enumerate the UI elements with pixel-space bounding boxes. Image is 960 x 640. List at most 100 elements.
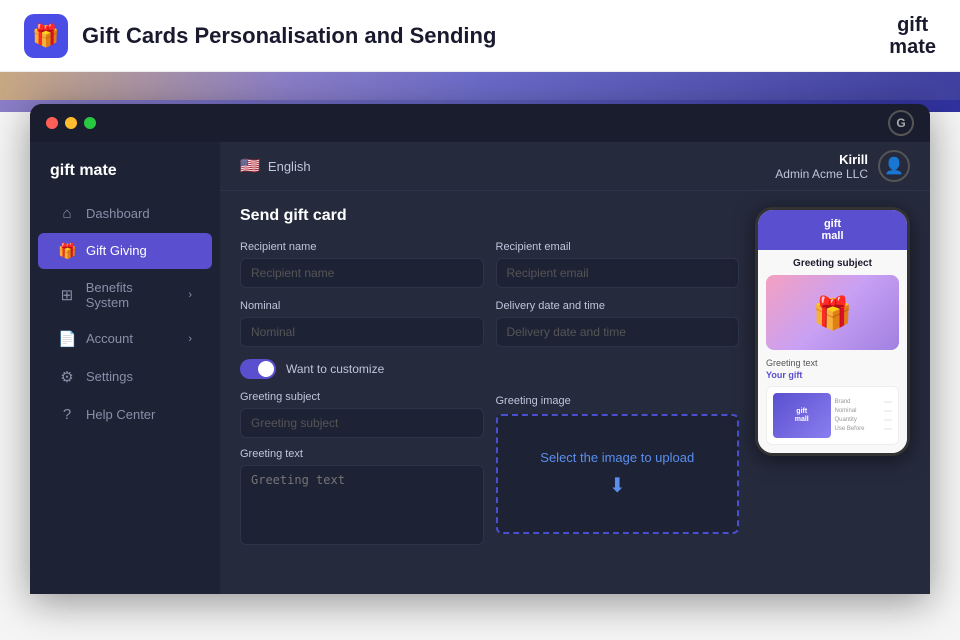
- phone-card-row: gift mall Brand: [773, 393, 892, 438]
- phone-info-row: Brand: [835, 399, 893, 405]
- language-selector[interactable]: 🇺🇸 English: [240, 156, 311, 176]
- user-name: Kirill: [775, 152, 868, 167]
- chevron-right-icon: ›: [188, 333, 192, 345]
- phone-image-area: 🎁: [766, 275, 899, 350]
- sidebar-item-label: Benefits System: [86, 280, 179, 310]
- title-bar: G: [30, 104, 930, 142]
- greeting-text-group: Greeting text: [240, 448, 484, 545]
- mobile-preview: gift mall Greeting subject 🎁 Greeting te…: [755, 207, 910, 583]
- recipient-name-input[interactable]: [240, 258, 484, 288]
- sidebar-item-dashboard[interactable]: ⌂ Dashboard: [38, 196, 212, 231]
- benefits-icon: ⊞: [58, 286, 76, 304]
- greeting-text-input[interactable]: [240, 465, 484, 545]
- recipient-name-group: Recipient name: [240, 241, 484, 288]
- sidebar-item-label: Gift Giving: [86, 243, 147, 258]
- delivery-date-label: Delivery date and time: [496, 300, 740, 312]
- phone-greeting-title: Greeting subject: [766, 258, 899, 269]
- greeting-text-label: Greeting text: [240, 448, 484, 460]
- window-g-icon: G: [888, 110, 914, 136]
- greeting-grid: Greeting subject Greeting text Greeting …: [240, 391, 739, 545]
- nominal-label: Nominal: [240, 300, 484, 312]
- page-title: Gift Cards Personalisation and Sending: [82, 23, 496, 49]
- header-left: 🎁 Gift Cards Personalisation and Sending: [24, 14, 496, 58]
- phone-greeting-text-label: Greeting text: [766, 358, 899, 368]
- sidebar-item-label: Settings: [86, 369, 133, 384]
- phone-card-logo: gift mall: [795, 408, 809, 423]
- form-area: Send gift card Recipient name Recipient …: [220, 191, 930, 594]
- language-label: English: [268, 159, 311, 174]
- brand-value: [884, 401, 892, 403]
- upload-icon: ⬇: [609, 473, 626, 498]
- phone-frame: gift mall Greeting subject 🎁 Greeting te…: [755, 207, 910, 456]
- page-header: 🎁 Gift Cards Personalisation and Sending…: [0, 0, 960, 72]
- toggle-row: Want to customize: [240, 359, 739, 379]
- greeting-subject-label: Greeting subject: [240, 391, 484, 403]
- sidebar-logo: gift mate: [30, 158, 220, 196]
- form-grid-middle: Nominal Delivery date and time: [240, 300, 739, 347]
- sidebar-item-benefits-system[interactable]: ⊞ Benefits System ›: [38, 271, 212, 319]
- sidebar-item-settings[interactable]: ⚙ Settings: [38, 359, 212, 395]
- phone-body: Greeting subject 🎁 Greeting text Your gi…: [758, 250, 907, 453]
- sidebar-item-label: Account: [86, 331, 133, 346]
- phone-card-left: gift mall: [773, 393, 831, 438]
- greeting-left: Greeting subject Greeting text: [240, 391, 484, 545]
- sidebar: gift mate ⌂ Dashboard 🎁 Gift Giving ⊞ Be…: [30, 142, 220, 594]
- phone-card-info: Brand Nominal Quantity: [835, 393, 893, 438]
- customize-toggle[interactable]: [240, 359, 276, 379]
- recipient-name-label: Recipient name: [240, 241, 484, 253]
- greeting-subject-input[interactable]: [240, 408, 484, 438]
- user-role: Admin Acme LLC: [775, 167, 868, 181]
- main-content: 🇺🇸 English Kirill Admin Acme LLC 👤: [220, 142, 930, 594]
- form-grid-top: Recipient name Recipient email: [240, 241, 739, 288]
- chevron-right-icon: ›: [188, 289, 192, 301]
- maximize-dot[interactable]: [84, 117, 96, 129]
- phone-info-row: Use Before: [835, 426, 893, 432]
- user-avatar[interactable]: 👤: [878, 150, 910, 182]
- phone-card-area: gift mall Brand: [766, 386, 899, 445]
- nominal-group: Nominal: [240, 300, 484, 347]
- nominal-input[interactable]: [240, 317, 484, 347]
- top-bar: 🇺🇸 English Kirill Admin Acme LLC 👤: [220, 142, 930, 191]
- user-info: Kirill Admin Acme LLC 👤: [775, 150, 910, 182]
- nominal-label: Nominal: [835, 408, 857, 414]
- account-icon: 📄: [58, 330, 76, 348]
- phone-info-row: Quantity: [835, 417, 893, 423]
- sidebar-item-gift-giving[interactable]: 🎁 Gift Giving: [38, 233, 212, 269]
- quantity-value: [884, 419, 892, 421]
- sidebar-nav: ⌂ Dashboard 🎁 Gift Giving ⊞ Benefits Sys…: [30, 196, 220, 432]
- use-before-value: [884, 428, 892, 430]
- gift-icon: 🎁: [24, 14, 68, 58]
- sidebar-item-label: Dashboard: [86, 206, 150, 221]
- use-before-label: Use Before: [835, 426, 865, 432]
- toggle-label: Want to customize: [286, 362, 384, 376]
- recipient-email-group: Recipient email: [496, 241, 740, 288]
- greeting-subject-group: Greeting subject: [240, 391, 484, 438]
- sidebar-item-help-center[interactable]: ? Help Center: [38, 397, 212, 432]
- upload-text: Select the image to upload: [540, 450, 694, 465]
- user-text: Kirill Admin Acme LLC: [775, 152, 868, 181]
- delivery-date-input[interactable]: [496, 317, 740, 347]
- flag-icon: 🇺🇸: [240, 156, 260, 176]
- image-upload-area[interactable]: Select the image to upload ⬇: [496, 414, 740, 534]
- greeting-image-section: Greeting image Select the image to uploa…: [496, 391, 740, 545]
- app-layout: gift mate ⌂ Dashboard 🎁 Gift Giving ⊞ Be…: [30, 142, 930, 594]
- app-window: G gift mate ⌂ Dashboard 🎁 Gift Giving ⊞: [30, 104, 930, 594]
- recipient-email-label: Recipient email: [496, 241, 740, 253]
- quantity-label: Quantity: [835, 417, 857, 423]
- sidebar-item-account[interactable]: 📄 Account ›: [38, 321, 212, 357]
- phone-your-gift: Your gift: [766, 370, 899, 380]
- close-dot[interactable]: [46, 117, 58, 129]
- recipient-email-input[interactable]: [496, 258, 740, 288]
- gift-giving-icon: 🎁: [58, 242, 76, 260]
- minimize-dot[interactable]: [65, 117, 77, 129]
- brand-label: Brand: [835, 399, 851, 405]
- phone-logo: gift mall: [821, 218, 843, 242]
- settings-icon: ⚙: [58, 368, 76, 386]
- delivery-date-group: Delivery date and time: [496, 300, 740, 347]
- greeting-image-label: Greeting image: [496, 395, 571, 407]
- form-section: Send gift card Recipient name Recipient …: [240, 207, 739, 583]
- window-controls: [46, 117, 96, 129]
- help-icon: ?: [58, 406, 76, 423]
- form-title: Send gift card: [240, 207, 739, 225]
- phone-header: gift mall: [758, 210, 907, 250]
